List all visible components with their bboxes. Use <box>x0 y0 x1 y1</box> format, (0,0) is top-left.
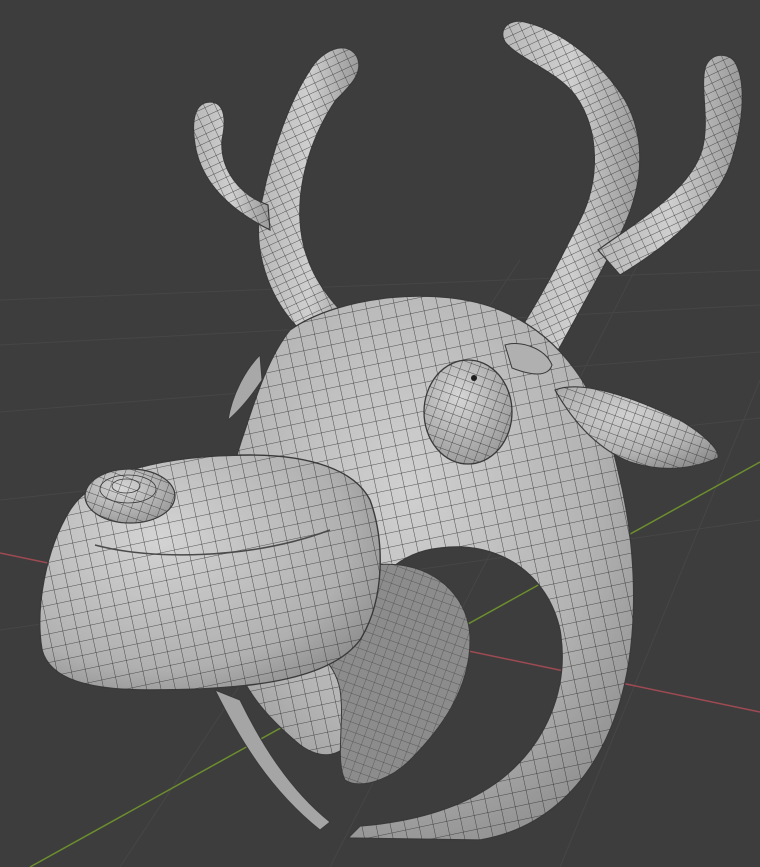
3d-viewport[interactable] <box>0 0 760 867</box>
left-antler <box>193 47 360 331</box>
nose <box>84 468 176 524</box>
right-eye <box>423 359 513 465</box>
viewport-canvas[interactable] <box>0 0 760 867</box>
right-antler <box>502 20 743 366</box>
